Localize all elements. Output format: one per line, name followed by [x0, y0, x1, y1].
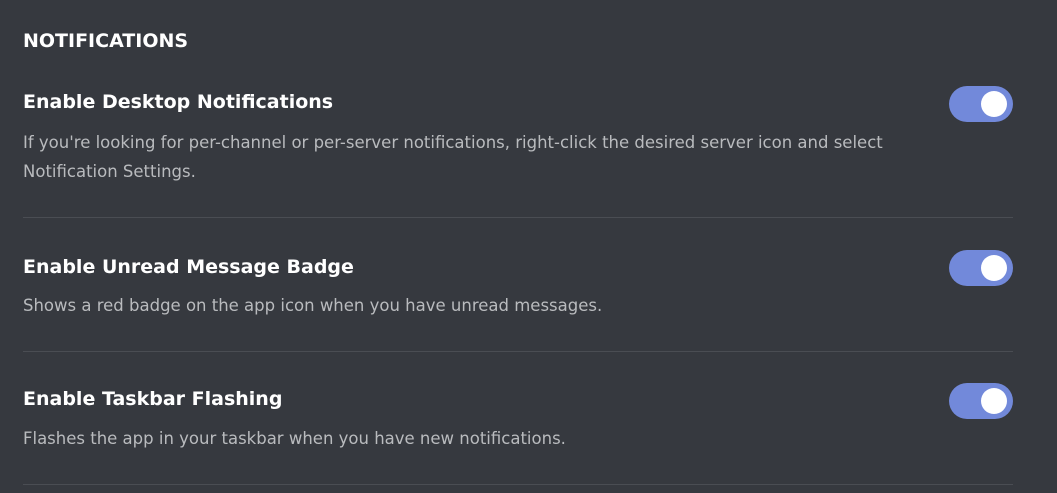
setting-title-desktop-notifications: Enable Desktop Notifications: [23, 91, 334, 113]
setting-taskbar-flashing: Enable Taskbar Flashing Flashes the app …: [23, 383, 1013, 456]
setting-title-unread-message-badge: Enable Unread Message Badge: [23, 256, 354, 278]
setting-description-unread-message-badge: Shows a red badge on the app icon when y…: [23, 296, 603, 315]
setting-desktop-notifications: Enable Desktop Notifications If you're l…: [23, 86, 1013, 209]
divider: [23, 351, 1013, 352]
setting-unread-message-badge: Enable Unread Message Badge Shows a red …: [23, 250, 1013, 324]
toggle-knob: [981, 388, 1007, 414]
unread-message-badge-toggle[interactable]: [949, 250, 1013, 286]
setting-description-desktop-notifications: If you're looking for per-channel or per…: [23, 133, 883, 181]
divider: [23, 217, 1013, 218]
toggle-knob: [981, 255, 1007, 281]
toggle-knob: [981, 91, 1007, 117]
setting-title-taskbar-flashing: Enable Taskbar Flashing: [23, 388, 283, 410]
setting-description-taskbar-flashing: Flashes the app in your taskbar when you…: [23, 429, 566, 448]
taskbar-flashing-toggle[interactable]: [949, 383, 1013, 419]
desktop-notifications-toggle[interactable]: [949, 86, 1013, 122]
section-title: NOTIFICATIONS: [23, 30, 189, 52]
divider: [23, 484, 1013, 485]
notifications-settings-panel: NOTIFICATIONS Enable Desktop Notificatio…: [23, 0, 1013, 493]
